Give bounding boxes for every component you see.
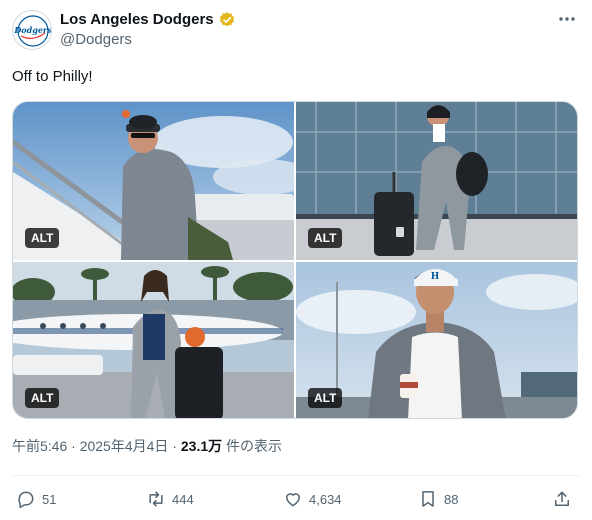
repost-count: 444 bbox=[172, 491, 194, 507]
logo-text: Dodgers bbox=[13, 25, 52, 35]
like-button[interactable]: 4,634 bbox=[283, 485, 342, 513]
action-bar: 51 444 4,634 88 bbox=[12, 485, 580, 513]
views-label: 件の表示 bbox=[226, 438, 283, 454]
meta-separator: · bbox=[172, 438, 177, 454]
verified-badge-icon bbox=[219, 12, 234, 27]
share-button[interactable] bbox=[552, 485, 572, 513]
share-icon bbox=[555, 491, 569, 506]
alt-badge[interactable]: ALT bbox=[25, 228, 60, 248]
repost-icon bbox=[149, 491, 163, 507]
views-count: 23.1万 bbox=[180, 438, 223, 454]
reply-button[interactable]: 51 bbox=[16, 485, 56, 513]
meta-separator: · bbox=[71, 438, 76, 454]
svg-text:H: H bbox=[431, 272, 440, 282]
bookmark-button[interactable]: 88 bbox=[418, 485, 458, 513]
handle[interactable]: @Dodgers bbox=[60, 30, 236, 50]
tweet-meta: 午前5:46 · 2025年4月4日 · 23.1万 件の表示 bbox=[12, 437, 282, 455]
bookmark-count: 88 bbox=[444, 491, 459, 507]
bookmark-icon bbox=[422, 491, 434, 507]
divider bbox=[12, 475, 580, 476]
reply-icon bbox=[18, 491, 34, 509]
alt-badge[interactable]: ALT bbox=[308, 388, 343, 408]
alt-badge[interactable]: ALT bbox=[308, 228, 343, 248]
dodgers-logo-icon: Dodgers bbox=[13, 12, 52, 49]
tweet-time[interactable]: 午前5:46 bbox=[12, 438, 67, 454]
media-grid: ALT ALT ALT H ALT bbox=[12, 101, 578, 419]
alt-badge[interactable]: ALT bbox=[25, 388, 60, 408]
photo-3[interactable]: ALT bbox=[13, 262, 294, 418]
like-count: 4,634 bbox=[309, 491, 342, 507]
tweet-date[interactable]: 2025年4月4日 bbox=[80, 438, 169, 454]
photo-1[interactable]: ALT bbox=[13, 102, 294, 260]
tweet-text: Off to Philly! bbox=[12, 68, 93, 85]
reply-count: 51 bbox=[42, 491, 57, 507]
repost-button[interactable]: 444 bbox=[146, 485, 194, 513]
avatar[interactable]: Dodgers bbox=[12, 10, 52, 50]
more-options-button[interactable] bbox=[556, 10, 578, 28]
photo-4[interactable]: H ALT bbox=[296, 262, 577, 418]
display-name[interactable]: Los Angeles Dodgers bbox=[60, 10, 214, 30]
more-horizontal-icon bbox=[559, 17, 575, 21]
heart-icon bbox=[286, 493, 300, 507]
photo-2[interactable]: ALT bbox=[296, 102, 577, 260]
tweet-header: Dodgers Los Angeles Dodgers @Dodgers bbox=[12, 8, 580, 50]
